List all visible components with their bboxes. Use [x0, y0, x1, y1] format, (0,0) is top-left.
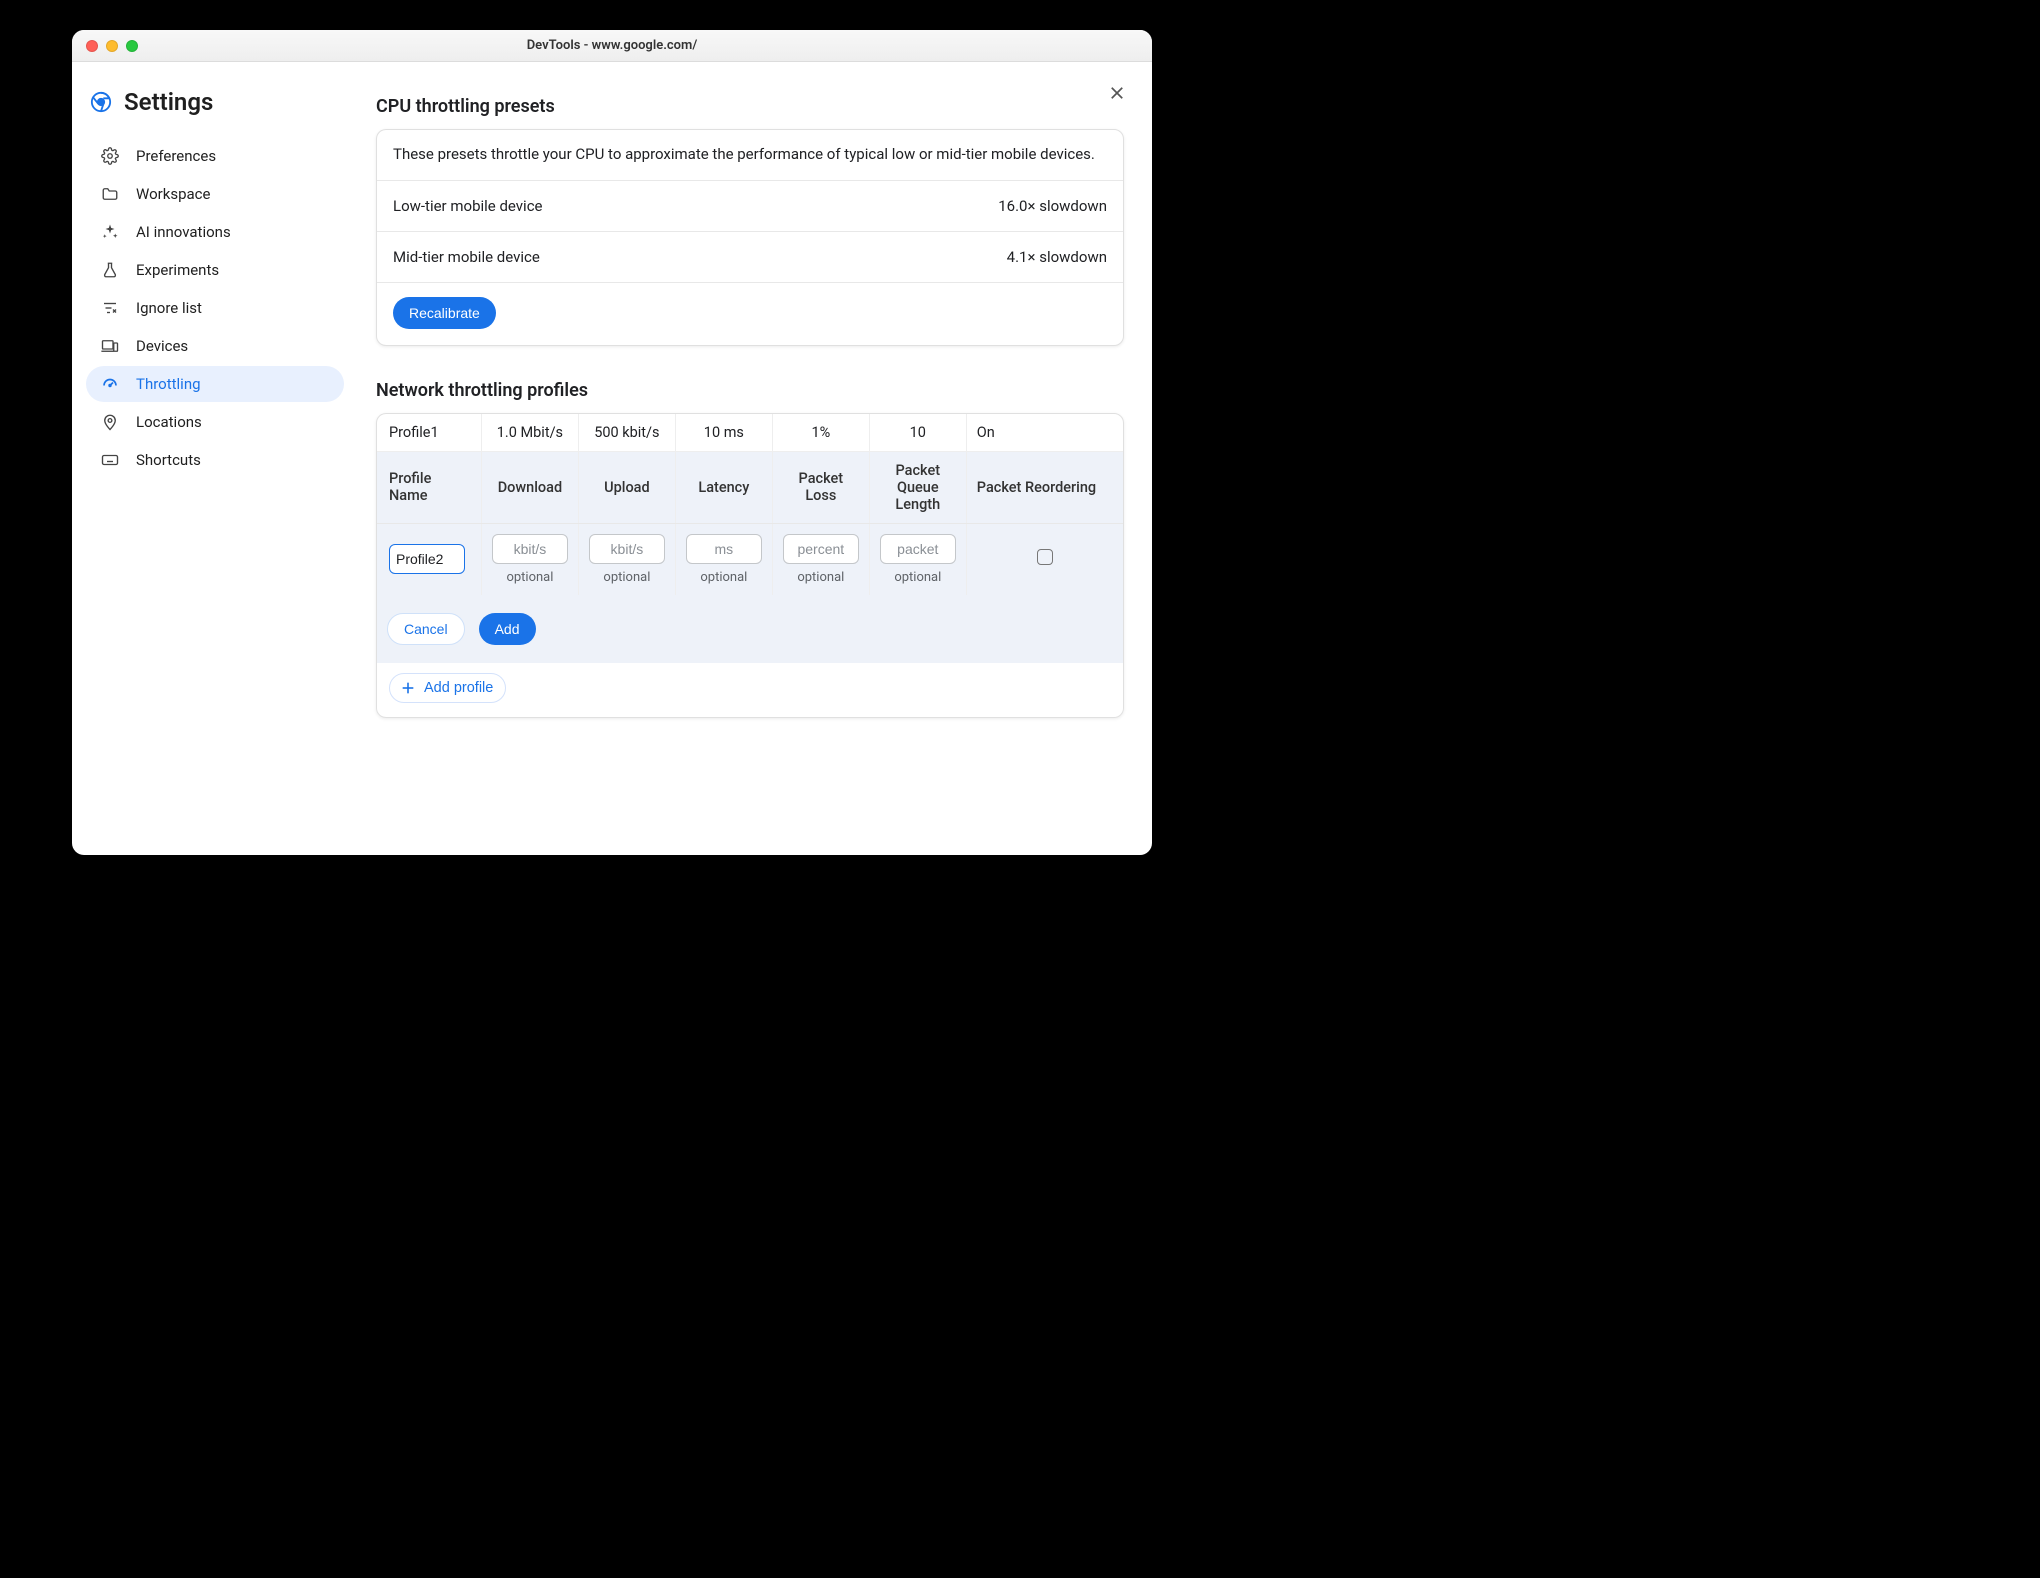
devices-icon [100, 337, 120, 355]
profile-edit-row: optional optional optional [377, 523, 1123, 595]
sidebar-item-label: AI innovations [136, 223, 231, 241]
content-area: Settings Preferences Workspace AI innova… [72, 62, 1152, 855]
plus-icon [400, 680, 416, 696]
profile-name-cell: Profile1 [377, 414, 481, 452]
packet-queue-input[interactable] [880, 534, 956, 564]
sidebar-item-label: Locations [136, 413, 202, 431]
packet-reordering-checkbox[interactable] [1037, 549, 1053, 565]
window-zoom-icon[interactable] [126, 40, 138, 52]
folder-icon [100, 185, 120, 203]
sidebar-item-devices[interactable]: Devices [86, 328, 344, 364]
window-title: DevTools - www.google.com/ [527, 38, 698, 53]
optional-label: optional [492, 570, 568, 585]
latency-cell: 10 ms [675, 414, 772, 452]
network-profiles-card: Profile1 1.0 Mbit/s 500 kbit/s 10 ms 1% … [376, 413, 1124, 718]
cpu-actions: Recalibrate [377, 283, 1123, 345]
cancel-button[interactable]: Cancel [387, 613, 465, 645]
speed-icon [100, 375, 120, 393]
download-input[interactable] [492, 534, 568, 564]
add-profile-label: Add profile [424, 680, 493, 696]
packet-loss-cell: 1% [772, 414, 869, 452]
keyboard-icon [100, 451, 120, 469]
sidebar-item-locations[interactable]: Locations [86, 404, 344, 440]
sidebar-item-label: Workspace [136, 185, 210, 203]
sidebar-item-label: Throttling [136, 375, 201, 393]
sparkle-icon [100, 223, 120, 241]
cpu-section-heading: CPU throttling presets [376, 96, 1124, 117]
add-profile-row: Add profile [377, 663, 1123, 717]
col-upload: Upload [578, 451, 675, 523]
location-icon [100, 413, 120, 431]
cpu-preset-value: 4.1× slowdown [1007, 248, 1107, 266]
add-profile-button[interactable]: Add profile [389, 673, 506, 703]
sidebar-item-ignore-list[interactable]: Ignore list [86, 290, 344, 326]
cpu-preset-row: Mid-tier mobile device 4.1× slowdown [377, 232, 1123, 283]
titlebar: DevTools - www.google.com/ [72, 30, 1152, 62]
sidebar-item-ai-innovations[interactable]: AI innovations [86, 214, 344, 250]
sidebar: Settings Preferences Workspace AI innova… [86, 80, 356, 837]
profile-name-input[interactable] [389, 544, 465, 574]
network-profiles-table: Profile1 1.0 Mbit/s 500 kbit/s 10 ms 1% … [377, 414, 1123, 663]
cpu-preset-row: Low-tier mobile device 16.0× slowdown [377, 181, 1123, 232]
filter-x-icon [100, 299, 120, 317]
sidebar-item-label: Experiments [136, 261, 219, 279]
sidebar-item-label: Ignore list [136, 299, 202, 317]
devtools-window: DevTools - www.google.com/ Settings Pref… [72, 30, 1152, 855]
cpu-description: These presets throttle your CPU to appro… [377, 130, 1123, 181]
add-button[interactable]: Add [479, 613, 536, 645]
packet-queue-cell: 10 [869, 414, 966, 452]
optional-label: optional [783, 570, 859, 585]
cpu-presets-card: These presets throttle your CPU to appro… [376, 129, 1124, 346]
sidebar-item-workspace[interactable]: Workspace [86, 176, 344, 212]
page-title: Settings [124, 88, 213, 116]
optional-label: optional [880, 570, 956, 585]
traffic-lights [86, 40, 138, 52]
col-download: Download [481, 451, 578, 523]
sidebar-item-throttling[interactable]: Throttling [86, 366, 344, 402]
recalibrate-button[interactable]: Recalibrate [393, 297, 496, 329]
col-packet-queue: Packet Queue Length [869, 451, 966, 523]
optional-label: optional [589, 570, 665, 585]
edit-actions-row: Cancel Add [377, 595, 1123, 663]
window-minimize-icon[interactable] [106, 40, 118, 52]
sidebar-item-label: Preferences [136, 147, 216, 165]
main-panel: CPU throttling presets These presets thr… [356, 80, 1134, 837]
chrome-logo-icon [90, 91, 112, 113]
network-section-heading: Network throttling profiles [376, 380, 1124, 401]
sidebar-item-preferences[interactable]: Preferences [86, 138, 344, 174]
packet-reorder-cell: On [966, 414, 1123, 452]
packet-loss-input[interactable] [783, 534, 859, 564]
upload-cell: 500 kbit/s [578, 414, 675, 452]
sidebar-item-shortcuts[interactable]: Shortcuts [86, 442, 344, 478]
flask-icon [100, 261, 120, 279]
col-packet-loss: Packet Loss [772, 451, 869, 523]
cpu-preset-name: Low-tier mobile device [393, 197, 543, 215]
window-close-icon[interactable] [86, 40, 98, 52]
cpu-preset-name: Mid-tier mobile device [393, 248, 540, 266]
col-profile-name: Profile Name [377, 451, 481, 523]
cpu-preset-value: 16.0× slowdown [998, 197, 1107, 215]
sidebar-item-experiments[interactable]: Experiments [86, 252, 344, 288]
sidebar-item-label: Shortcuts [136, 451, 201, 469]
table-column-headers: Profile Name Download Upload Latency Pac… [377, 451, 1123, 523]
col-packet-reorder: Packet Reordering [966, 451, 1123, 523]
table-row[interactable]: Profile1 1.0 Mbit/s 500 kbit/s 10 ms 1% … [377, 414, 1123, 452]
sidebar-nav: Preferences Workspace AI innovations Exp… [86, 138, 344, 478]
col-latency: Latency [675, 451, 772, 523]
settings-header: Settings [86, 80, 344, 138]
sidebar-item-label: Devices [136, 337, 188, 355]
latency-input[interactable] [686, 534, 762, 564]
close-icon[interactable] [1108, 84, 1126, 102]
upload-input[interactable] [589, 534, 665, 564]
download-cell: 1.0 Mbit/s [481, 414, 578, 452]
gear-icon [100, 147, 120, 165]
optional-label: optional [686, 570, 762, 585]
